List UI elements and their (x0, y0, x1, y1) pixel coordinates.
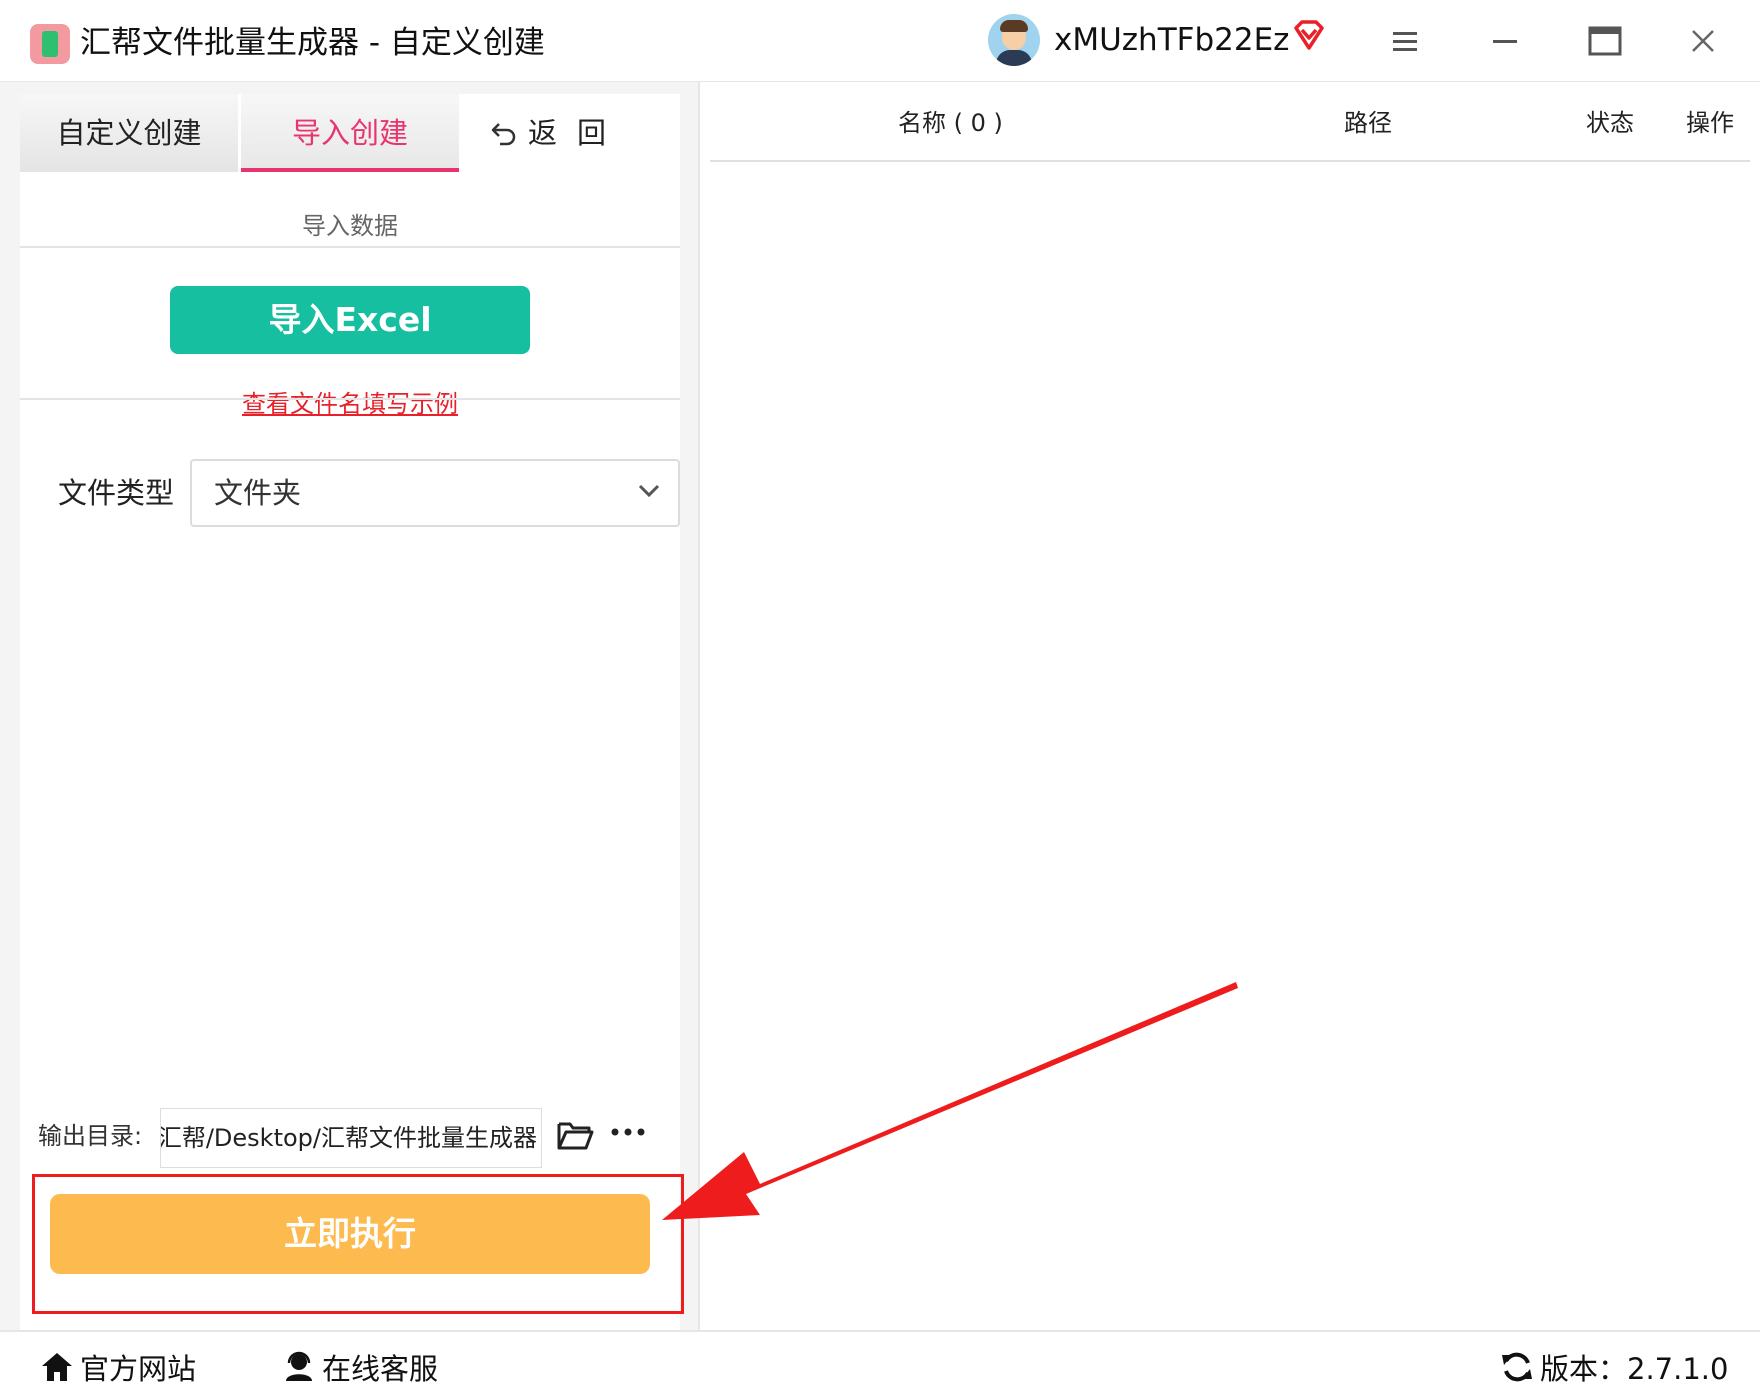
window-title: 汇帮文件批量生成器 - 自定义创建 (80, 25, 545, 61)
home-icon (42, 1353, 72, 1381)
run-now-button[interactable]: 立即执行 (50, 1194, 650, 1274)
import-create-panel: 自定义创建 导入创建 返回 导入数据 导入Excel 查看文件名填写示例 文件类… (20, 94, 684, 1330)
divider (20, 246, 680, 248)
file-type-select[interactable]: 文件夹 (190, 459, 680, 527)
output-dir-value: 汇帮/Desktop/汇帮文件批量生成器 (160, 1124, 537, 1152)
folder-icon[interactable] (556, 1118, 594, 1152)
version-label: 版本：2.7.1.0 (1540, 1352, 1729, 1386)
menu-icon (1393, 32, 1417, 51)
vip-diamond-icon[interactable] (1290, 18, 1328, 56)
username[interactable]: xMUzhTFb22Ez (1054, 18, 1289, 62)
output-dir-input[interactable]: 汇帮/Desktop/汇帮文件批量生成器 (160, 1108, 542, 1168)
minimize-icon (1493, 40, 1517, 43)
close-icon (1692, 30, 1714, 52)
minimize-button[interactable] (1482, 18, 1528, 64)
user-avatar[interactable] (988, 14, 1040, 66)
support-agent-icon (286, 1351, 312, 1381)
column-name[interactable]: 名称 ( 0 ) (898, 84, 1003, 162)
tab-bar: 自定义创建 导入创建 返回 (20, 94, 680, 172)
chevron-down-icon (638, 484, 660, 498)
back-button[interactable]: 返回 (490, 108, 626, 158)
column-status[interactable]: 状态 (1586, 84, 1634, 162)
table-header: 名称 ( 0 ) 路径 状态 操作 (710, 84, 1750, 162)
back-arrow-icon (491, 123, 516, 146)
section-label: 导入数据 (302, 212, 398, 240)
app-logo-icon (30, 24, 70, 64)
tab-import-create[interactable]: 导入创建 (241, 94, 459, 172)
file-type-label: 文件类型 (58, 476, 175, 510)
maximize-button[interactable] (1582, 18, 1628, 64)
output-dir-label: 输出目录: (38, 1122, 143, 1150)
menu-button[interactable] (1382, 18, 1428, 64)
online-support-label: 在线客服 (322, 1352, 439, 1386)
column-action[interactable]: 操作 (1686, 84, 1734, 162)
close-button[interactable] (1680, 18, 1726, 64)
online-support-link[interactable]: 在线客服 (282, 1342, 438, 1392)
tab-custom-create[interactable]: 自定义创建 (20, 94, 238, 172)
refresh-icon (1502, 1352, 1532, 1382)
title-bar: 汇帮文件批量生成器 - 自定义创建 xMUzhTFb22Ez (0, 0, 1760, 82)
official-website-link[interactable]: 官方网站 (40, 1342, 196, 1392)
filename-example-link[interactable]: 查看文件名填写示例 (20, 384, 680, 419)
official-website-label: 官方网站 (80, 1352, 197, 1386)
maximize-icon (1588, 26, 1622, 56)
import-excel-button[interactable]: 导入Excel (170, 286, 530, 354)
version-info[interactable]: 版本：2.7.1.0 (1500, 1342, 1728, 1392)
left-panel: 自定义创建 导入创建 返回 导入数据 导入Excel 查看文件名填写示例 文件类… (0, 82, 700, 1330)
back-label: 返回 (528, 116, 627, 150)
more-icon[interactable] (610, 1122, 646, 1142)
divider (20, 398, 680, 400)
file-list (710, 164, 1750, 1330)
file-type-value: 文件夹 (214, 476, 302, 510)
column-path[interactable]: 路径 (1344, 84, 1392, 162)
footer: 官方网站 在线客服 版本：2.7.1.0 (0, 1330, 1760, 1400)
